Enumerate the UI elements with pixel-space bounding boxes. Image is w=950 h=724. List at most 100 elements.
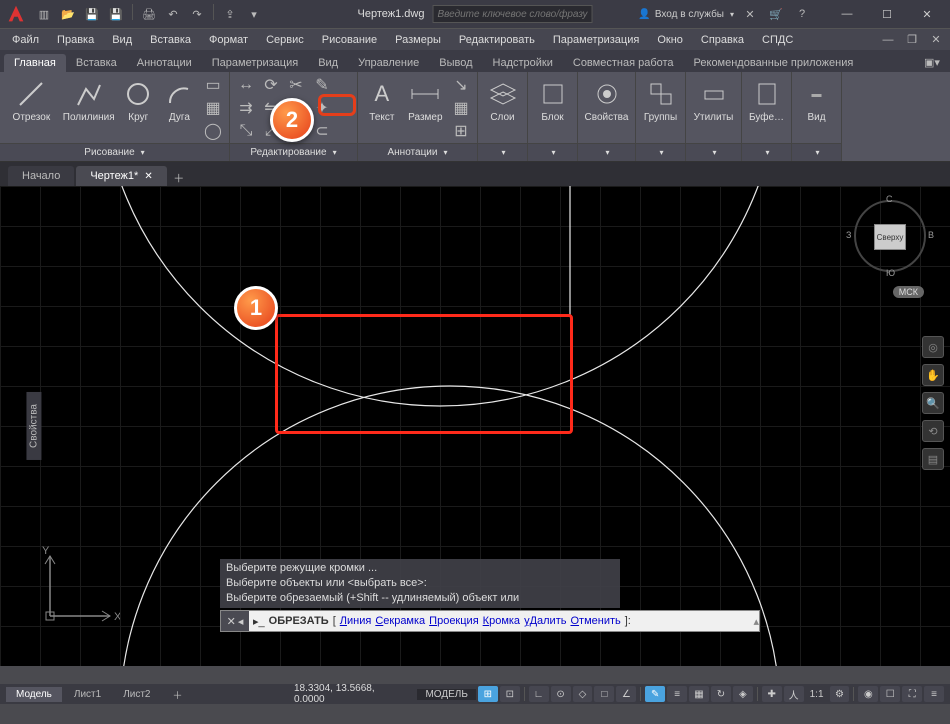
exchange-icon[interactable]: ✕ — [740, 4, 760, 24]
cmd-opt-proj[interactable]: Проекция — [429, 615, 478, 627]
menu-view[interactable]: Вид — [104, 32, 140, 48]
panel-clipboard-label[interactable]: ▾ — [742, 143, 791, 161]
ellipse-icon[interactable]: ◯ — [201, 120, 225, 142]
nav-orbit-icon[interactable]: ⟲ — [922, 420, 944, 442]
open-icon[interactable]: 📂 — [58, 4, 78, 24]
otrack-toggle[interactable]: ∠ — [616, 686, 636, 702]
minimize-button[interactable]: — — [828, 2, 866, 26]
plot-icon[interactable]: 🖨 — [139, 4, 159, 24]
tab-featured[interactable]: Рекомендованные приложения — [684, 54, 864, 72]
cmd-opt-erase[interactable]: уДалить — [524, 615, 566, 627]
dyn-input-toggle[interactable]: ✎ — [645, 686, 665, 702]
panel-properties-label[interactable]: ▾ — [578, 143, 635, 161]
menu-insert[interactable]: Вставка — [142, 32, 199, 48]
layout-model[interactable]: Модель — [6, 687, 62, 702]
tab-home[interactable]: Главная — [4, 54, 66, 72]
viewcube-w[interactable]: З — [846, 230, 851, 240]
customization[interactable]: ≡ — [924, 686, 944, 702]
menu-format[interactable]: Формат — [201, 32, 256, 48]
clean-screen[interactable]: ⛶ — [902, 686, 922, 702]
nav-pan-icon[interactable]: ✋ — [922, 364, 944, 386]
isolate-objects[interactable]: ☐ — [880, 686, 900, 702]
annot-more-icon[interactable]: ⊞ — [449, 120, 473, 142]
close-icon[interactable]: ✕ — [144, 171, 152, 182]
viewcube[interactable]: Сверху С Ю В З — [850, 196, 930, 276]
panel-modify-label[interactable]: Редактирование▾ — [230, 143, 357, 161]
table-icon[interactable]: ▦ — [449, 97, 473, 119]
menu-edit[interactable]: Правка — [49, 32, 102, 48]
close-button[interactable]: ✕ — [908, 2, 946, 26]
viewcube-top[interactable]: Сверху — [874, 224, 906, 250]
line-button[interactable]: Отрезок — [4, 74, 59, 127]
erase-icon[interactable]: ✎ — [310, 74, 334, 96]
transparency-toggle[interactable]: ▦ — [689, 686, 709, 702]
menu-window[interactable]: Окно — [649, 32, 691, 48]
app-logo[interactable] — [4, 2, 28, 26]
layers-button[interactable]: Слои — [482, 74, 523, 127]
new-icon[interactable]: ▥ — [34, 4, 54, 24]
panel-view-label[interactable]: ▾ — [792, 143, 841, 161]
mdi-restore-icon[interactable]: ❐ — [902, 30, 922, 50]
tab-annotate[interactable]: Аннотации — [127, 54, 202, 72]
clipboard-button[interactable]: Буфе… — [746, 74, 787, 127]
polar-toggle[interactable]: ⊙ — [551, 686, 571, 702]
wcs-badge[interactable]: МСК — [893, 286, 924, 298]
annotation-scale[interactable]: 人 — [784, 686, 804, 702]
cycling-toggle[interactable]: ↻ — [711, 686, 731, 702]
tab-insert[interactable]: Вставка — [66, 54, 127, 72]
trim-icon[interactable]: ✂ — [284, 74, 308, 96]
drawing-canvas[interactable]: 1 Свойства Сверху С Ю В З МСК ◎ ✋ 🔍 ⟲ ▤ … — [0, 186, 950, 666]
layout-sheet2[interactable]: Лист2 — [113, 687, 160, 702]
cmd-opt-undo[interactable]: Отменить — [570, 615, 620, 627]
model-space-indicator[interactable]: МОДЕЛЬ — [417, 689, 475, 700]
cmd-handle[interactable]: ✕◂ — [221, 611, 249, 631]
block-button[interactable]: Блок — [532, 74, 573, 127]
ortho-toggle[interactable]: ∟ — [529, 686, 549, 702]
viewcube-s[interactable]: Ю — [886, 268, 895, 278]
isoplane-toggle[interactable]: ◇ — [573, 686, 593, 702]
tab-manage[interactable]: Управление — [348, 54, 429, 72]
mdi-minimize-icon[interactable]: — — [878, 30, 898, 50]
tab-drawing1[interactable]: Чертеж1*✕ — [76, 166, 166, 186]
grid-toggle[interactable]: ⊞ — [478, 686, 498, 702]
hatch-icon[interactable]: ▦ — [201, 97, 225, 119]
stretch-icon[interactable]: ⤡ — [234, 120, 258, 142]
menu-help[interactable]: Справка — [693, 32, 752, 48]
saveas-icon[interactable]: 💾 — [106, 4, 126, 24]
circle-button[interactable]: Круг — [119, 74, 158, 127]
leader-icon[interactable]: ↘ — [449, 74, 473, 96]
viewcube-e[interactable]: В — [928, 230, 934, 240]
login-button[interactable]: 👤 Вход в службы ▾ — [638, 9, 734, 20]
menu-draw[interactable]: Рисование — [314, 32, 385, 48]
tab-collab[interactable]: Совместная работа — [563, 54, 684, 72]
layout-add[interactable]: ＋ — [163, 685, 193, 704]
panel-utilities-label[interactable]: ▾ — [686, 143, 741, 161]
snap-toggle[interactable]: ⊡ — [500, 686, 520, 702]
move-icon[interactable]: ↔ — [234, 74, 258, 96]
ribbon-search-icon[interactable]: ▣▾ — [922, 52, 942, 72]
lineweight-toggle[interactable]: ≡ — [667, 686, 687, 702]
tab-addins[interactable]: Надстройки — [483, 54, 563, 72]
view-button[interactable]: ▬ Вид — [796, 74, 837, 127]
panel-block-label[interactable]: ▾ — [528, 143, 577, 161]
menu-file[interactable]: Файл — [4, 32, 47, 48]
qat-dropdown-icon[interactable]: ▾ — [244, 4, 264, 24]
cmd-caret-icon[interactable]: ▴ — [753, 615, 759, 628]
dim-button[interactable]: Размер — [404, 74, 447, 127]
undo-icon[interactable]: ↶ — [163, 4, 183, 24]
text-button[interactable]: A Текст — [362, 74, 402, 127]
panel-draw-label[interactable]: Рисование▾ — [0, 143, 229, 161]
basket-icon[interactable]: 🛒 — [766, 4, 786, 24]
menu-tools[interactable]: Сервис — [258, 32, 312, 48]
copy-icon[interactable]: ⇉ — [234, 97, 258, 119]
annotation-monitor[interactable]: ✚ — [762, 686, 782, 702]
osnap-toggle[interactable]: □ — [594, 686, 614, 702]
menu-modify[interactable]: Редактировать — [451, 32, 543, 48]
properties-palette-tab[interactable]: Свойства — [26, 392, 41, 460]
workspace-switch[interactable]: ⚙ — [830, 686, 850, 702]
keyword-search-input[interactable] — [432, 5, 592, 23]
nav-wheel-icon[interactable]: ◎ — [922, 336, 944, 358]
add-tab-button[interactable]: ＋ — [169, 170, 189, 186]
hardware-accel[interactable]: ◉ — [858, 686, 878, 702]
scale-display[interactable]: 1:1 — [806, 689, 828, 700]
